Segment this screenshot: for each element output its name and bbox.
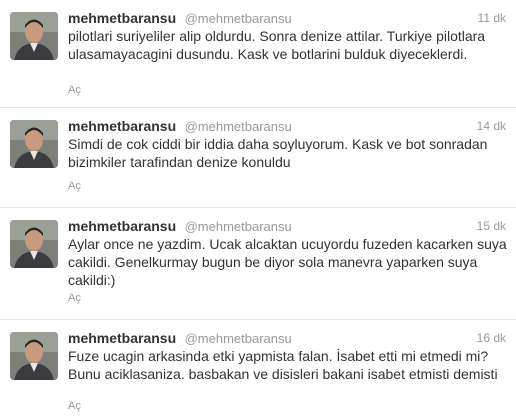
expand-link[interactable]: Aç xyxy=(68,292,81,304)
tweet-header: mehmetbaransu @mehmetbaransu 15 dk xyxy=(68,218,506,236)
expand-link[interactable]: Aç xyxy=(68,84,81,96)
author-username[interactable]: @mehmetbaransu xyxy=(185,331,292,346)
tweet-timestamp[interactable]: 11 dk xyxy=(478,11,506,25)
avatar[interactable] xyxy=(10,332,58,380)
tweet-text: pilotlari suriyeliler alip oldurdu. Sonr… xyxy=(68,28,486,62)
tweet-timestamp[interactable]: 14 dk xyxy=(477,119,506,133)
author-fullname[interactable]: mehmetbaransu xyxy=(68,10,176,26)
author-fullname[interactable]: mehmetbaransu xyxy=(68,118,176,134)
profile-photo-icon xyxy=(10,120,58,168)
expand-link[interactable]: Aç xyxy=(68,180,81,192)
tweet-timeline: mehmetbaransu @mehmetbaransu 11 dk pilot… xyxy=(0,0,516,419)
tweet-item[interactable]: mehmetbaransu @mehmetbaransu 15 dk Aylar… xyxy=(0,208,516,320)
author-fullname[interactable]: mehmetbaransu xyxy=(68,330,176,346)
profile-photo-icon xyxy=(10,220,58,268)
tweet-header: mehmetbaransu @mehmetbaransu 16 dk xyxy=(68,330,506,348)
tweet-text: Fuze ucagin arkasinda etki yapmista fala… xyxy=(68,348,498,382)
tweet-text: Aylar once ne yazdim. Ucak alcaktan ucuy… xyxy=(68,236,507,288)
tweet-header: mehmetbaransu @mehmetbaransu 11 dk xyxy=(68,10,506,28)
author-fullname[interactable]: mehmetbaransu xyxy=(68,218,176,234)
profile-photo-icon xyxy=(10,12,58,60)
profile-photo-icon xyxy=(10,332,58,380)
expand-link[interactable]: Aç xyxy=(68,400,81,412)
tweet-timestamp[interactable]: 16 dk xyxy=(477,331,506,345)
tweet-timestamp[interactable]: 15 dk xyxy=(477,219,506,233)
tweet-text: Simdi de cok ciddi bir iddia daha soyluy… xyxy=(68,136,488,170)
tweet-item[interactable]: mehmetbaransu @mehmetbaransu 14 dk Simdi… xyxy=(0,108,516,208)
tweet-header: mehmetbaransu @mehmetbaransu 14 dk xyxy=(68,118,506,136)
author-username[interactable]: @mehmetbaransu xyxy=(185,219,292,234)
tweet-item[interactable]: mehmetbaransu @mehmetbaransu 16 dk Fuze … xyxy=(0,320,516,419)
author-username[interactable]: @mehmetbaransu xyxy=(185,119,292,134)
avatar[interactable] xyxy=(10,120,58,168)
author-username[interactable]: @mehmetbaransu xyxy=(185,11,292,26)
avatar[interactable] xyxy=(10,12,58,60)
avatar[interactable] xyxy=(10,220,58,268)
tweet-item[interactable]: mehmetbaransu @mehmetbaransu 11 dk pilot… xyxy=(0,0,516,108)
